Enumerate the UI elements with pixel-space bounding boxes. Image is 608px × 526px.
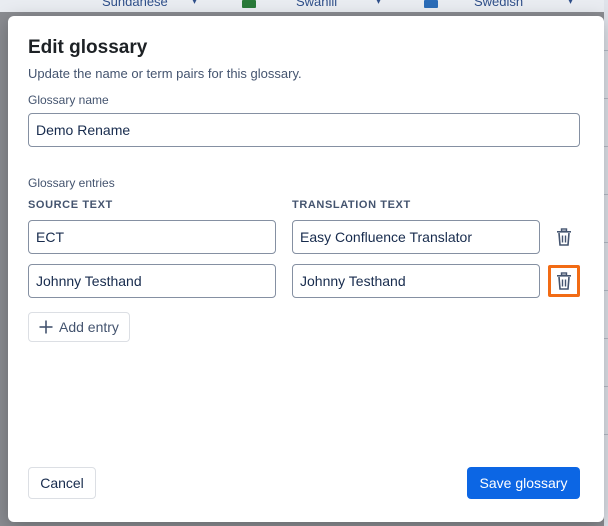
background-table-edge [604, 0, 608, 526]
glossary-name-input[interactable] [28, 113, 580, 147]
plus-icon [39, 320, 53, 334]
save-glossary-button[interactable]: Save glossary [467, 467, 580, 499]
dialog-subtitle: Update the name or term pairs for this g… [28, 66, 302, 81]
trash-icon [557, 228, 571, 246]
bg-language-swahili: Swahili [296, 0, 338, 9]
delete-entry-button[interactable] [548, 265, 580, 297]
source-text-input[interactable] [28, 264, 276, 298]
translation-text-column-header: TRANSLATION TEXT [292, 199, 411, 211]
source-text-column-header: SOURCE TEXT [28, 199, 113, 211]
trash-icon [557, 272, 571, 290]
delete-entry-button[interactable] [550, 223, 578, 251]
bg-chevron-icon: ▾ [192, 0, 198, 7]
bg-chevron-icon: ▾ [376, 0, 382, 7]
bg-chevron-icon: ▾ [568, 0, 574, 7]
cancel-button[interactable]: Cancel [28, 467, 96, 499]
glossary-name-label: Glossary name [28, 93, 109, 107]
bg-flag-icon [242, 0, 256, 8]
add-entry-label: Add entry [59, 319, 119, 335]
source-text-input[interactable] [28, 220, 276, 254]
add-entry-button[interactable]: Add entry [28, 312, 130, 342]
edit-glossary-dialog: Edit glossary Update the name or term pa… [8, 16, 604, 522]
bg-language-swedish: Swedish [474, 0, 524, 9]
translation-text-input[interactable] [292, 264, 540, 298]
dialog-title: Edit glossary [28, 37, 148, 58]
bg-language-sundanese: Sundanese [102, 0, 168, 9]
translation-text-input[interactable] [292, 220, 540, 254]
bg-flag-icon [424, 0, 438, 8]
glossary-entries-label: Glossary entries [28, 176, 115, 190]
